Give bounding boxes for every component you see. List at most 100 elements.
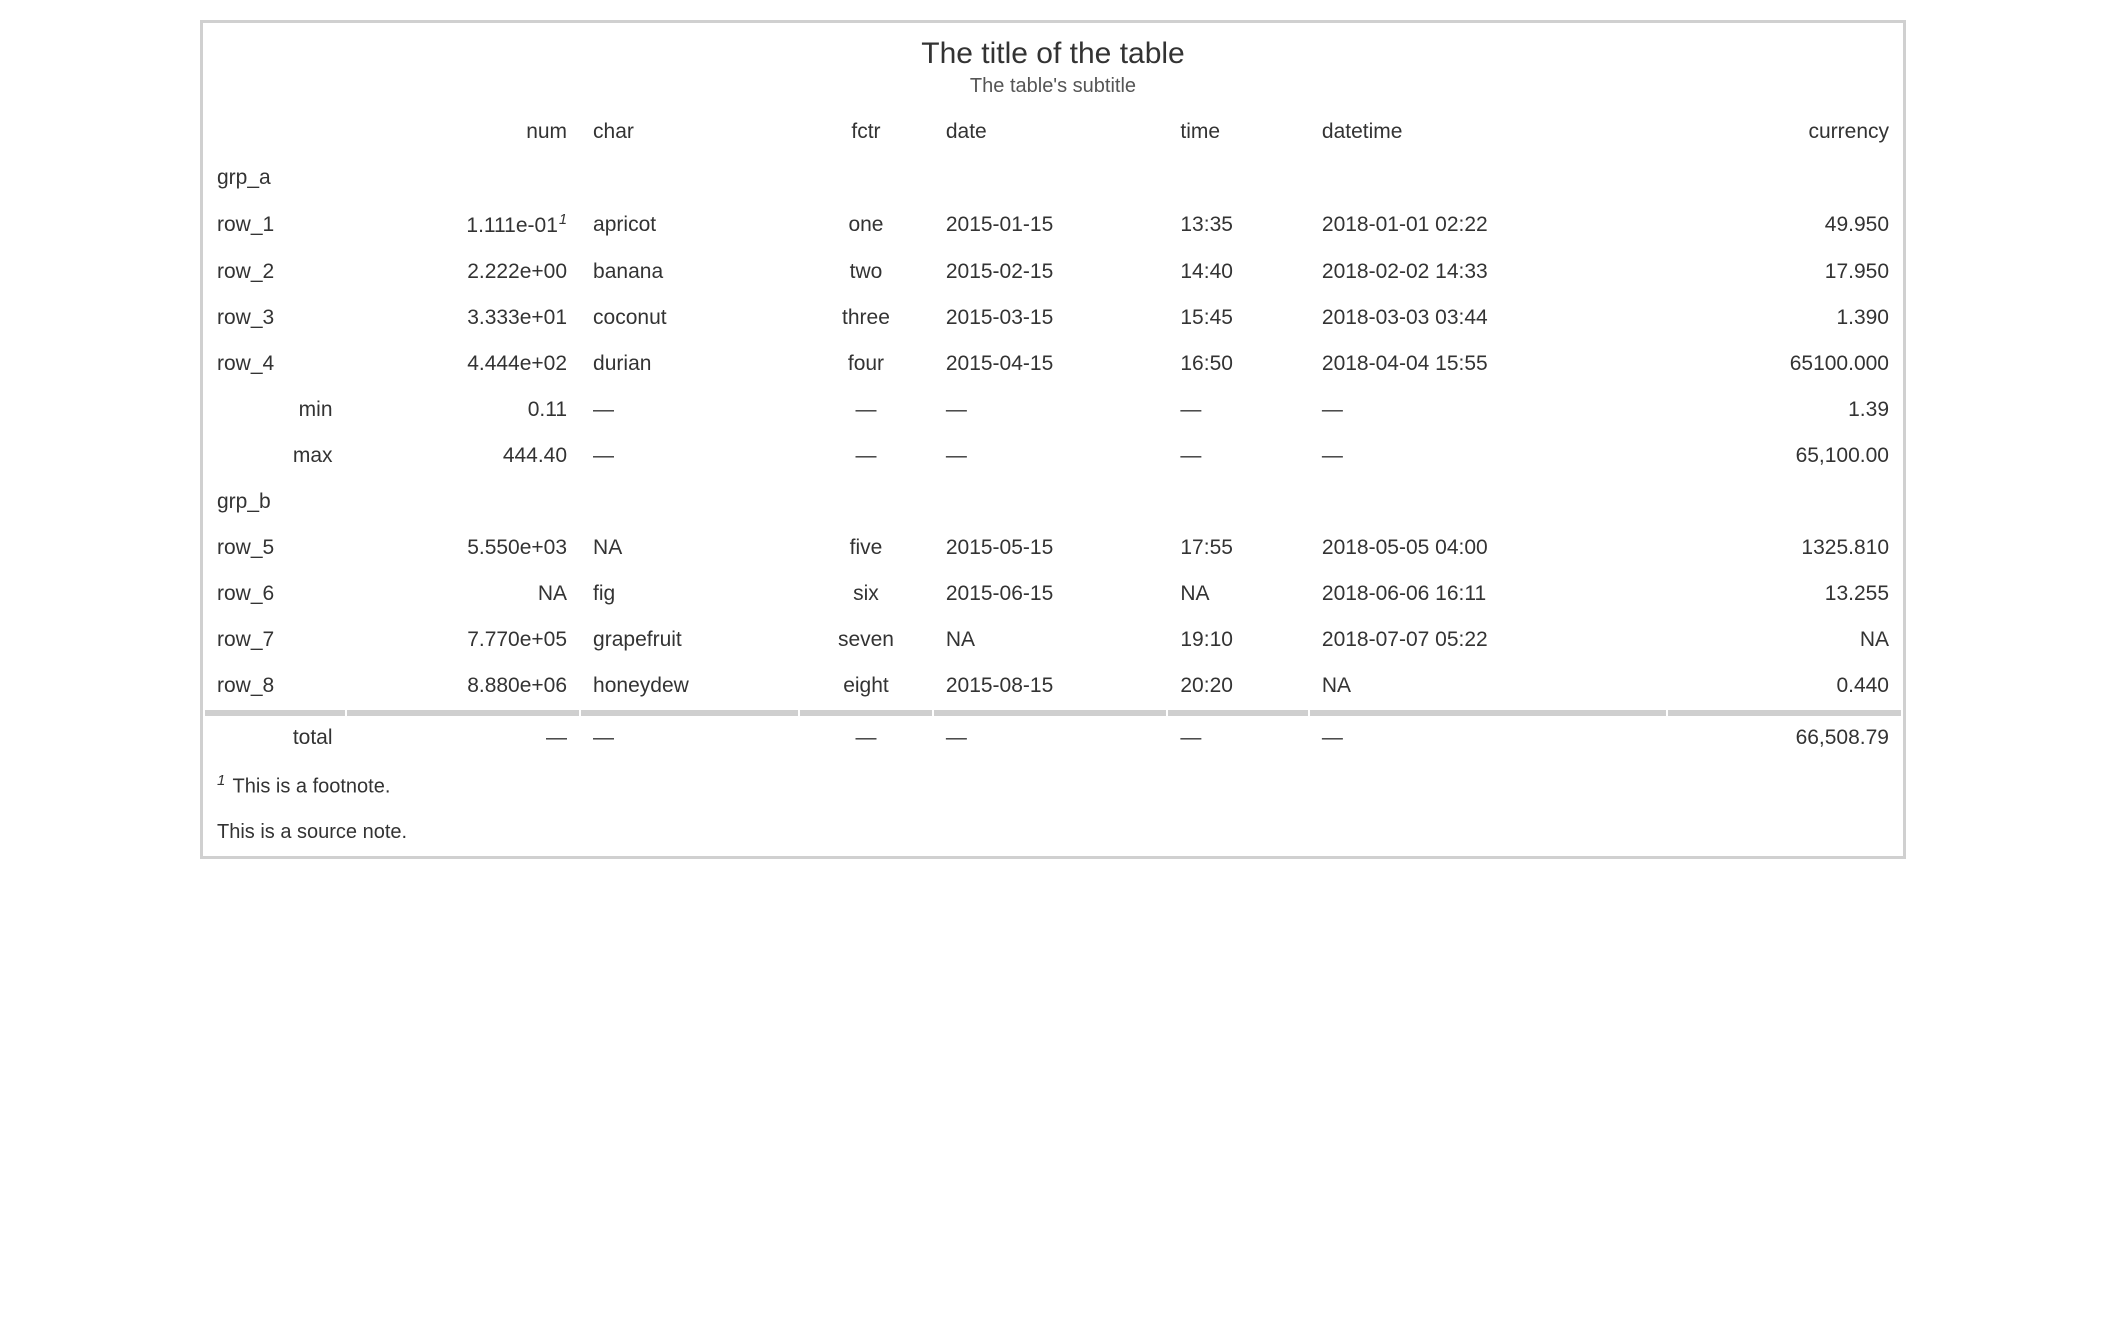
row-stub: row_7 (205, 618, 345, 662)
cell-char: apricot (581, 202, 798, 248)
cell-time: 20:20 (1168, 664, 1308, 708)
cell-datetime: — (1310, 388, 1667, 432)
group-label: grp_a (205, 156, 1901, 200)
cell-char: banana (581, 250, 798, 294)
cell-char: grapefruit (581, 618, 798, 662)
footnote-mark: 1 (217, 772, 225, 789)
cell-char: NA (581, 526, 798, 570)
row-stub: row_6 (205, 572, 345, 616)
table-row: row_7 7.770e+05 grapefruit seven NA 19:1… (205, 618, 1901, 662)
cell-currency: 1325.810 (1668, 526, 1901, 570)
cell-char: — (581, 388, 798, 432)
cell-currency: 1.390 (1668, 296, 1901, 340)
cell-currency: 0.440 (1668, 664, 1901, 708)
cell-datetime: 2018-05-05 04:00 (1310, 526, 1667, 570)
cell-fctr: — (800, 710, 932, 760)
cell-date: — (934, 434, 1167, 478)
cell-datetime: — (1310, 434, 1667, 478)
cell-datetime: NA (1310, 664, 1667, 708)
cell-date: 2015-06-15 (934, 572, 1167, 616)
row-stub: row_3 (205, 296, 345, 340)
cell-char: fig (581, 572, 798, 616)
cell-currency: NA (1668, 618, 1901, 662)
cell-char: — (581, 710, 798, 760)
cell-date: — (934, 388, 1167, 432)
cell-fctr: five (800, 526, 932, 570)
title-row: The title of the table (205, 25, 1901, 73)
table-row: row_4 4.444e+02 durian four 2015-04-15 1… (205, 342, 1901, 386)
cell-num: — (347, 710, 580, 760)
col-head-time: time (1168, 110, 1308, 154)
cell-time: — (1168, 434, 1308, 478)
cell-num: 5.550e+03 (347, 526, 580, 570)
cell-fctr: eight (800, 664, 932, 708)
cell-fctr: two (800, 250, 932, 294)
cell-currency: 49.950 (1668, 202, 1901, 248)
summary-row: max 444.40 — — — — — 65,100.00 (205, 434, 1901, 478)
row-stub: row_4 (205, 342, 345, 386)
cell-datetime: 2018-07-07 05:22 (1310, 618, 1667, 662)
cell-num: 1.111e-011 (347, 202, 580, 248)
grand-summary-stub: total (205, 710, 345, 760)
cell-date: 2015-08-15 (934, 664, 1167, 708)
cell-currency: 65100.000 (1668, 342, 1901, 386)
source-note-row: This is a source note. (205, 811, 1901, 854)
table-container: The title of the table The table's subti… (200, 20, 1906, 859)
column-header-row: num char fctr date time datetime currenc… (205, 110, 1901, 154)
cell-num: 2.222e+00 (347, 250, 580, 294)
cell-fctr: — (800, 434, 932, 478)
cell-time: 13:35 (1168, 202, 1308, 248)
cell-num: 444.40 (347, 434, 580, 478)
table-row: row_2 2.222e+00 banana two 2015-02-15 14… (205, 250, 1901, 294)
cell-num: 7.770e+05 (347, 618, 580, 662)
cell-time: 17:55 (1168, 526, 1308, 570)
cell-num: NA (347, 572, 580, 616)
cell-num: 8.880e+06 (347, 664, 580, 708)
cell-date: 2015-01-15 (934, 202, 1167, 248)
cell-char: — (581, 434, 798, 478)
table-title: The title of the table (205, 25, 1901, 73)
footnote-text: This is a footnote. (233, 776, 391, 798)
footnote-marker: 1 (559, 212, 567, 228)
cell-time: NA (1168, 572, 1308, 616)
cell-currency: 65,100.00 (1668, 434, 1901, 478)
table-row: row_8 8.880e+06 honeydew eight 2015-08-1… (205, 664, 1901, 708)
table-row: row_5 5.550e+03 NA five 2015-05-15 17:55… (205, 526, 1901, 570)
cell-time: 14:40 (1168, 250, 1308, 294)
row-stub: row_5 (205, 526, 345, 570)
cell-fctr: — (800, 388, 932, 432)
cell-currency: 1.39 (1668, 388, 1901, 432)
cell-currency: 17.950 (1668, 250, 1901, 294)
cell-date: 2015-03-15 (934, 296, 1167, 340)
cell-date: — (934, 710, 1167, 760)
group-label-row: grp_a (205, 156, 1901, 200)
col-head-currency: currency (1668, 110, 1901, 154)
row-stub: row_1 (205, 202, 345, 248)
cell-datetime: — (1310, 710, 1667, 760)
cell-time: 15:45 (1168, 296, 1308, 340)
cell-currency: 66,508.79 (1668, 710, 1901, 760)
table-subtitle: The table's subtitle (205, 75, 1901, 108)
footnote-cell: 1 This is a footnote. (205, 762, 1901, 809)
cell-fctr: six (800, 572, 932, 616)
subtitle-row: The table's subtitle (205, 75, 1901, 108)
cell-fctr: three (800, 296, 932, 340)
col-head-date: date (934, 110, 1167, 154)
table-row: row_6 NA fig six 2015-06-15 NA 2018-06-0… (205, 572, 1901, 616)
cell-date: NA (934, 618, 1167, 662)
cell-date: 2015-02-15 (934, 250, 1167, 294)
col-head-fctr: fctr (800, 110, 932, 154)
data-table: The title of the table The table's subti… (203, 23, 1903, 856)
cell-fctr: one (800, 202, 932, 248)
cell-datetime: 2018-06-06 16:11 (1310, 572, 1667, 616)
cell-num-value: 1.111e-01 (466, 214, 557, 237)
row-stub: row_2 (205, 250, 345, 294)
cell-time: — (1168, 388, 1308, 432)
cell-char: honeydew (581, 664, 798, 708)
cell-time: — (1168, 710, 1308, 760)
cell-char: coconut (581, 296, 798, 340)
cell-fctr: seven (800, 618, 932, 662)
row-stub: row_8 (205, 664, 345, 708)
col-head-char: char (581, 110, 798, 154)
footnote-row: 1 This is a footnote. (205, 762, 1901, 809)
